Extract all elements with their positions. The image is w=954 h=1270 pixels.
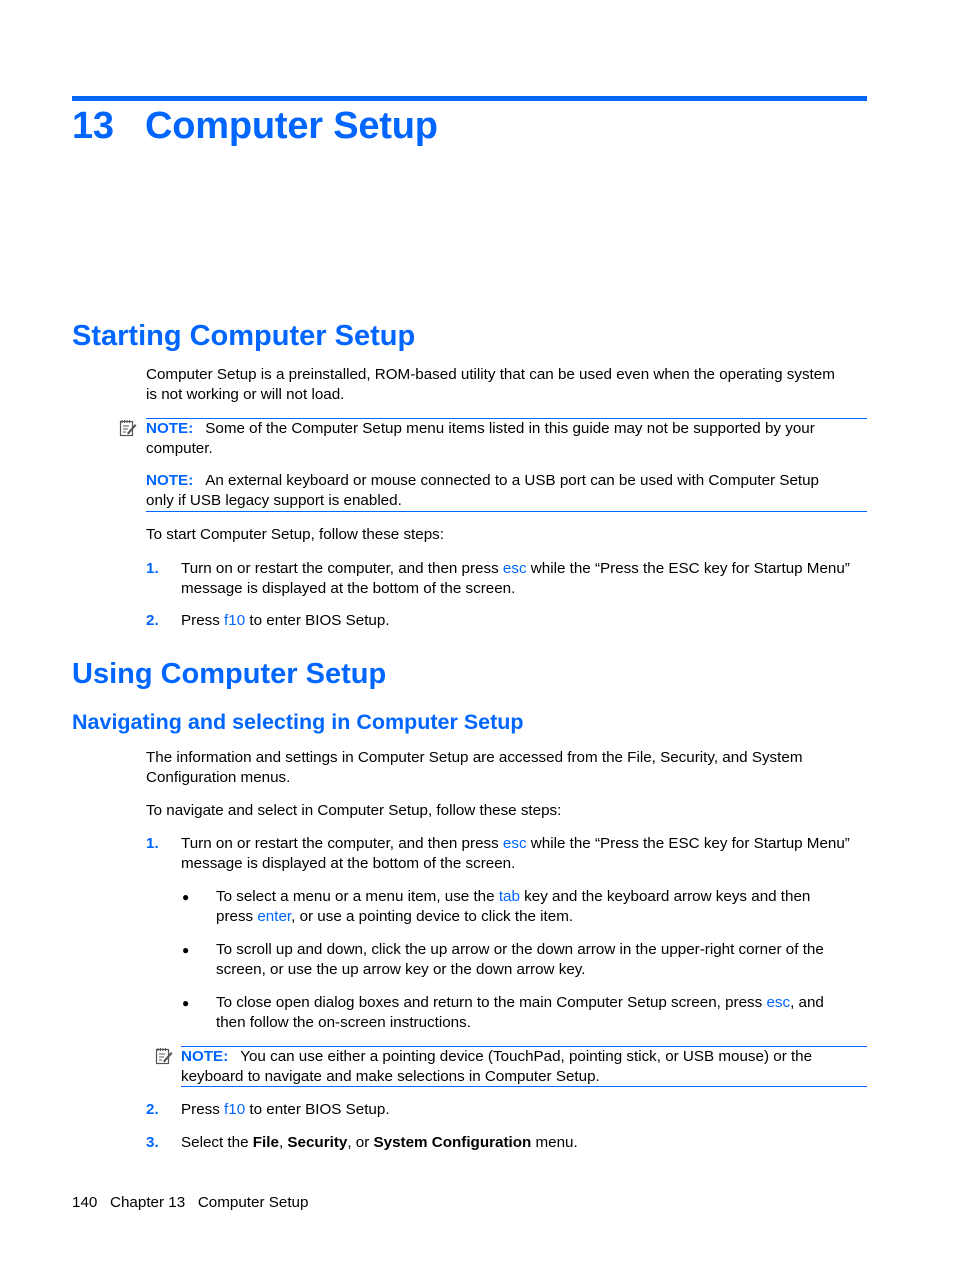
starting-step-2: Press f10 to enter BIOS Setup. bbox=[181, 611, 390, 631]
page-footer: 140 Chapter 13 Computer Setup bbox=[72, 1193, 308, 1212]
step-text: to enter BIOS Setup. bbox=[245, 1101, 390, 1118]
using-step-3: Select the File, Security, or System Con… bbox=[181, 1133, 578, 1153]
chapter-title-text: Computer Setup bbox=[145, 105, 438, 147]
footer-chapter-label: Chapter 13 bbox=[110, 1194, 186, 1211]
starting-intro-line2: is not working or will not load. bbox=[146, 385, 345, 403]
starting-step-1: Turn on or restart the computer, and the… bbox=[181, 559, 881, 598]
section-heading-using: Using Computer Setup bbox=[72, 658, 387, 690]
bullet-item-1: To select a menu or a menu item, use the… bbox=[216, 887, 810, 926]
note-3-line1: You can use either a pointing device (To… bbox=[240, 1048, 813, 1065]
note-label: NOTE: bbox=[181, 1048, 229, 1065]
step-text: to enter BIOS Setup. bbox=[245, 612, 390, 629]
key-esc: esc bbox=[502, 835, 527, 852]
notes-box-starting: NOTE: Some of the Computer Setup menu ite… bbox=[146, 418, 867, 512]
step-text: menu. bbox=[531, 1134, 578, 1151]
note-label: NOTE: bbox=[146, 420, 194, 437]
bullet-item-2: To scroll up and down, click the up arro… bbox=[216, 940, 824, 979]
using-step-1: Turn on or restart the computer, and the… bbox=[181, 834, 850, 873]
starting-intro-line1: Computer Setup is a preinstalled, ROM-ba… bbox=[146, 366, 835, 383]
footer-chapter-title: Computer Setup bbox=[197, 1194, 309, 1211]
chapter-title: 13 Computer Setup bbox=[72, 101, 438, 151]
note-label: NOTE: bbox=[146, 472, 194, 489]
step-text: while the “Press the ESC key for Startup… bbox=[526, 560, 850, 577]
step-text: Select the bbox=[181, 1134, 253, 1151]
starting-steps-intro: To start Computer Setup, follow these st… bbox=[146, 526, 444, 543]
bullet-text: To select a menu or a menu item, use the bbox=[216, 888, 499, 905]
note-pencil-icon bbox=[155, 1048, 173, 1065]
step-text: message is displayed at the bottom of th… bbox=[181, 854, 516, 872]
bullet-text: press bbox=[216, 907, 258, 925]
bullet-text: To scroll up and down, click the up arro… bbox=[216, 941, 824, 958]
step-text: while the “Press the ESC key for Startup… bbox=[526, 835, 850, 852]
bullet-text: , or use a pointing device to click the … bbox=[291, 907, 574, 925]
note-3: NOTE: You can use either a pointing devic… bbox=[181, 1047, 867, 1086]
bullet-text: To close open dialog boxes and return to… bbox=[216, 994, 767, 1011]
using-step-2: Press f10 to enter BIOS Setup. bbox=[181, 1100, 390, 1120]
bullet-icon: ● bbox=[182, 996, 190, 1010]
section-heading-starting: Starting Computer Setup bbox=[72, 320, 416, 352]
bullet-text: , and bbox=[790, 994, 824, 1011]
bullet-icon: ● bbox=[182, 943, 190, 957]
key-esc: esc bbox=[766, 994, 791, 1011]
menu-name-security: Security bbox=[287, 1134, 348, 1151]
chapter-number: 13 bbox=[72, 105, 114, 147]
key-f10: f10 bbox=[224, 612, 246, 629]
bullet-text: key and the keyboard arrow keys and then bbox=[519, 888, 811, 905]
starting-intro: Computer Setup is a preinstalled, ROM-ba… bbox=[146, 365, 876, 404]
note-1-line1: Some of the Computer Setup menu items li… bbox=[205, 420, 815, 437]
note-2-line1: An external keyboard or mouse connected … bbox=[205, 472, 820, 489]
step-number: 3. bbox=[146, 1134, 159, 1151]
key-enter: enter bbox=[257, 907, 292, 925]
note-box-using: NOTE: You can use either a pointing devic… bbox=[181, 1046, 867, 1087]
step-number: 2. bbox=[146, 1101, 159, 1118]
page-number: 140 bbox=[72, 1194, 98, 1211]
using-intro-line2: Configuration menus. bbox=[146, 768, 291, 786]
step-text: Press bbox=[181, 1101, 225, 1118]
bullet-text: then follow the on-screen instructions. bbox=[216, 1013, 471, 1031]
step-number: 1. bbox=[146, 835, 159, 852]
using-intro-line1: The information and settings in Computer… bbox=[146, 749, 803, 766]
step-text: , or bbox=[347, 1134, 374, 1151]
using-steps-intro: To navigate and select in Computer Setup… bbox=[146, 802, 562, 819]
note-pencil-icon bbox=[119, 420, 137, 437]
subsection-heading-navigating: Navigating and selecting in Computer Set… bbox=[72, 710, 524, 734]
bullet-text: screen, or use the up arrow key or the d… bbox=[216, 960, 586, 978]
menu-name-system-configuration: System Configuration bbox=[373, 1134, 532, 1151]
menu-name-file: File bbox=[252, 1134, 279, 1151]
step-number: 2. bbox=[146, 612, 159, 629]
note-1: NOTE: Some of the Computer Setup menu ite… bbox=[146, 419, 867, 458]
key-f10: f10 bbox=[224, 1101, 246, 1118]
note-3-line2: keyboard to navigate and make selections… bbox=[181, 1067, 600, 1085]
using-intro: The information and settings in Computer… bbox=[146, 748, 876, 787]
key-tab: tab bbox=[498, 888, 520, 905]
key-esc: esc bbox=[502, 560, 527, 577]
bullet-icon: ● bbox=[182, 890, 190, 904]
step-number: 1. bbox=[146, 560, 159, 577]
step-text: message is displayed at the bottom of th… bbox=[181, 579, 516, 597]
step-text: Turn on or restart the computer, and the… bbox=[181, 835, 503, 852]
step-text: Press bbox=[181, 612, 225, 629]
step-text: Turn on or restart the computer, and the… bbox=[181, 560, 503, 577]
note-1-line2: computer. bbox=[146, 439, 213, 457]
bullet-item-3: To close open dialog boxes and return to… bbox=[216, 993, 824, 1032]
note-2: NOTE: An external keyboard or mouse conne… bbox=[146, 471, 867, 510]
note-2-line2: only if USB legacy support is enabled. bbox=[146, 491, 402, 509]
